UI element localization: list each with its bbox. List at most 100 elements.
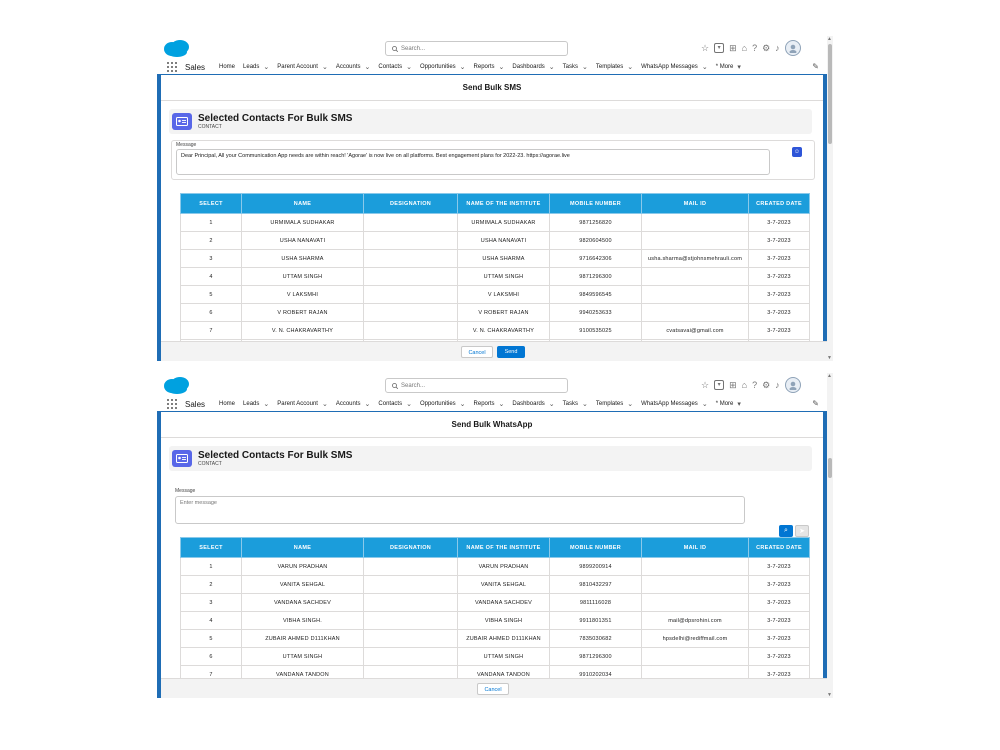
bell-icon[interactable]: ♪: [775, 380, 780, 390]
gear-icon[interactable]: ⚙: [762, 380, 770, 390]
nav-item-opportunities[interactable]: Opportunities ⌄: [420, 63, 466, 71]
table-cell[interactable]: 3: [180, 593, 242, 612]
send-button[interactable]: Send: [497, 346, 525, 358]
column-header: NAME: [241, 537, 364, 558]
table-cell[interactable]: 2: [180, 231, 242, 250]
help-icon[interactable]: ?: [752, 380, 757, 390]
search-template-button[interactable]: ⌕: [779, 525, 793, 537]
nav-item-parent-account[interactable]: Parent Account ⌄: [277, 400, 328, 408]
message-label: Message: [175, 488, 196, 494]
table-row[interactable]: 6 UTTAM SINGH UTTAM SINGH 9871296300 3-7-202…: [180, 647, 810, 666]
table-cell[interactable]: 4: [180, 267, 242, 286]
nav-item-accounts[interactable]: Accounts ⌄: [336, 400, 371, 408]
table-cell[interactable]: 1: [180, 557, 242, 576]
cancel-button[interactable]: Cancel: [461, 346, 493, 358]
table-row[interactable]: 1 URMIMALA SUDHAKAR URMIMALA SUDHAKAR 98712…: [180, 213, 810, 232]
table-row[interactable]: 4 UTTAM SINGH UTTAM SINGH 9871296300 3-7-202…: [180, 267, 810, 286]
nav-item-leads[interactable]: Leads ⌄: [243, 400, 269, 408]
table-row[interactable]: 2 VANITA SEHGAL VANITA SEHGAL 9810432297 3-7…: [180, 575, 810, 594]
table-row[interactable]: 4 VIBHA SINGH. VIBHA SINGH 9911801351 mail@d…: [180, 611, 810, 630]
nav-item-templates[interactable]: Templates ⌄: [596, 400, 633, 408]
gear-icon[interactable]: ⚙: [762, 43, 770, 53]
nav-item-contacts[interactable]: Contacts ⌄: [378, 63, 412, 71]
table-cell[interactable]: 5: [180, 285, 242, 304]
table-row[interactable]: 5 ZUBAIR AHMED D111KHAN ZUBAIR AHMED D111K…: [180, 629, 810, 648]
trailhead-icon[interactable]: ⌂: [742, 43, 747, 53]
add-icon[interactable]: ⊞: [729, 43, 737, 53]
salesforce-cloud-icon[interactable]: [163, 39, 191, 58]
table-cell: [363, 213, 458, 232]
nav-item-tasks[interactable]: Tasks ⌄: [563, 400, 588, 408]
nav-item-more[interactable]: * More ▾: [716, 400, 741, 408]
star-icon[interactable]: ☆: [701, 43, 709, 53]
column-header: MOBILE NUMBER: [549, 193, 642, 214]
search-input[interactable]: Search...: [385, 41, 568, 56]
table-row[interactable]: 1 VARUN PRADHAN VARUN PRADHAN 9899200914 3-7…: [180, 557, 810, 576]
nav-item-whatsapp-messages[interactable]: WhatsApp Messages ⌄: [641, 63, 708, 71]
table-cell[interactable]: 6: [180, 303, 242, 322]
nav-item-parent-account[interactable]: Parent Account ⌄: [277, 63, 328, 71]
avatar[interactable]: [784, 377, 801, 393]
table-cell[interactable]: 2: [180, 575, 242, 594]
table-cell[interactable]: 7: [180, 321, 242, 340]
column-header: CREATED DATE: [748, 537, 810, 558]
table-row[interactable]: 7 V. N. CHAKRAVARTHY V. N. CHAKRAVARTHY 910…: [180, 321, 810, 340]
nav-item-opportunities[interactable]: Opportunities ⌄: [420, 400, 466, 408]
avatar[interactable]: [784, 40, 801, 56]
contact-card-icon: [172, 113, 192, 130]
nav-item-reports[interactable]: Reports ⌄: [474, 400, 505, 408]
nav-item-leads[interactable]: Leads ⌄: [243, 63, 269, 71]
header-icons: ☆ ▾ ⊞ ⌂ ? ⚙ ♪: [701, 40, 801, 56]
table-cell[interactable]: 3: [180, 249, 242, 268]
message-textarea[interactable]: Enter message: [175, 496, 745, 524]
scrollbar[interactable]: ▲ ▼: [827, 36, 833, 361]
trailhead-icon[interactable]: ⌂: [742, 380, 747, 390]
chevron-down-icon: ⌄: [701, 401, 708, 408]
nav-item-home[interactable]: Home: [219, 401, 235, 407]
nav-item-reports[interactable]: Reports ⌄: [474, 63, 505, 71]
nav-item-home[interactable]: Home: [219, 64, 235, 70]
message-label: Message: [176, 142, 197, 148]
column-header: MAIL ID: [641, 537, 749, 558]
send-bulk-whatsapp-modal: Send Bulk WhatsApp Selected Contacts For…: [161, 412, 831, 698]
table-cell: URMIMALA SUDHAKAR: [241, 213, 364, 232]
nav-item-more[interactable]: * More ▾: [716, 63, 741, 71]
pencil-icon[interactable]: ✎: [812, 399, 819, 408]
nav-item-dashboards[interactable]: Dashboards ⌄: [512, 400, 554, 408]
star-icon[interactable]: ☆: [701, 380, 709, 390]
message-textarea[interactable]: Dear Principal, All your Communication A…: [176, 149, 770, 175]
table-row[interactable]: 3 USHA SHARMA USHA SHARMA 9716642306 usha.sh…: [180, 249, 810, 268]
waffle-icon[interactable]: [167, 399, 177, 409]
table-cell[interactable]: 1: [180, 213, 242, 232]
emoji-icon[interactable]: ☺: [792, 147, 802, 157]
table-row[interactable]: 3 VANDANA SACHDEV VANDANA SACHDEV 981111602…: [180, 593, 810, 612]
nav-item-contacts[interactable]: Contacts ⌄: [378, 400, 412, 408]
table-cell[interactable]: 6: [180, 647, 242, 666]
table-row[interactable]: 6V ROBERT RAJAN V ROBERT RAJAN 9940253633 3…: [180, 303, 810, 322]
help-icon[interactable]: ?: [752, 43, 757, 53]
bell-icon[interactable]: ♪: [775, 43, 780, 53]
table-cell: [363, 575, 458, 594]
salesforce-cloud-icon[interactable]: [163, 376, 191, 395]
waffle-icon[interactable]: [167, 62, 177, 72]
chevron-down-icon[interactable]: ▾: [714, 43, 725, 53]
search-input[interactable]: Search...: [385, 378, 568, 393]
scrollbar[interactable]: ▲ ▼: [827, 373, 833, 698]
table-row[interactable]: 2 USHA NANAVATI USHA NANAVATI 9820604500 3-7…: [180, 231, 810, 250]
send-icon-button[interactable]: ➤: [795, 525, 809, 537]
chevron-down-icon[interactable]: ▾: [714, 380, 725, 390]
column-header: DESIGNATION: [363, 537, 458, 558]
cancel-button[interactable]: Cancel: [477, 683, 509, 695]
add-icon[interactable]: ⊞: [729, 380, 737, 390]
table-cell[interactable]: 4: [180, 611, 242, 630]
table-row[interactable]: 5V LAKSMHI V LAKSMHI 9849596545 3-7-2023: [180, 285, 810, 304]
chevron-down-icon: ⌄: [548, 401, 555, 408]
nav-item-whatsapp-messages[interactable]: WhatsApp Messages ⌄: [641, 400, 708, 408]
table-cell: URMIMALA SUDHAKAR: [457, 213, 550, 232]
nav-item-templates[interactable]: Templates ⌄: [596, 63, 633, 71]
pencil-icon[interactable]: ✎: [812, 62, 819, 71]
nav-item-accounts[interactable]: Accounts ⌄: [336, 63, 371, 71]
table-cell[interactable]: 5: [180, 629, 242, 648]
nav-item-tasks[interactable]: Tasks ⌄: [563, 63, 588, 71]
nav-item-dashboards[interactable]: Dashboards ⌄: [512, 63, 554, 71]
